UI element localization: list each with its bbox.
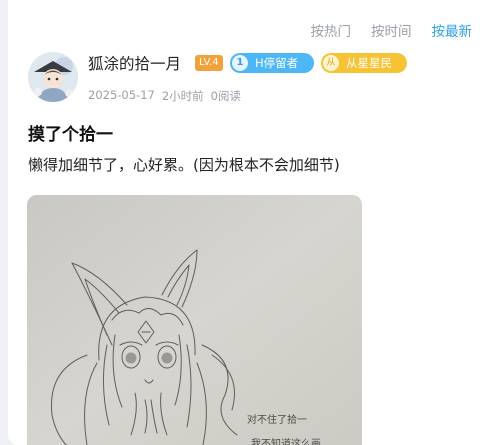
- author-name[interactable]: 狐涂的拾一月: [88, 52, 181, 74]
- sort-bar: 按热门 按时间 按最新: [311, 20, 473, 40]
- sort-time-tab[interactable]: 按时间: [371, 20, 412, 40]
- sketch-caption-2: 我不知道这么画: [251, 437, 321, 445]
- post-relative-time: 2小时前: [161, 89, 204, 103]
- post-date: 2025-05-17: [88, 88, 155, 102]
- post-body: 懒得加细节了，心好累。(因为根本不会加细节): [28, 156, 340, 174]
- star-citizen-icon: 从: [323, 55, 339, 71]
- h-staying-badge[interactable]: 1 H停留者: [230, 53, 314, 73]
- badge-number-icon: 1: [232, 55, 248, 71]
- star-citizen-badge[interactable]: 从 从星星民: [321, 53, 407, 73]
- h-staying-badge-label: H停留者: [255, 56, 299, 70]
- sort-newest-tab[interactable]: 按最新: [432, 20, 473, 40]
- avatar[interactable]: [28, 52, 78, 102]
- star-citizen-badge-label: 从星星民: [346, 56, 392, 70]
- avatar-illustration: [28, 52, 78, 102]
- post-read-count: 0阅读: [210, 89, 241, 103]
- fox-girl-sketch: 对不住了拾一 我不知道这么画: [27, 195, 362, 445]
- post-card: 按热门 按时间 按最新 狐涂的拾一月 LV.4 1 H停留者 从 从星星民 20…: [8, 0, 500, 445]
- post-image[interactable]: 对不住了拾一 我不知道这么画: [27, 195, 362, 445]
- sort-hot-tab[interactable]: 按热门: [311, 20, 352, 40]
- post-title: 摸了个拾一: [28, 125, 113, 145]
- level-badge: LV.4: [195, 55, 223, 71]
- sketch-caption-1: 对不住了拾一: [247, 413, 307, 426]
- post-meta: 2025-05-17 2小时前 0阅读: [88, 88, 241, 104]
